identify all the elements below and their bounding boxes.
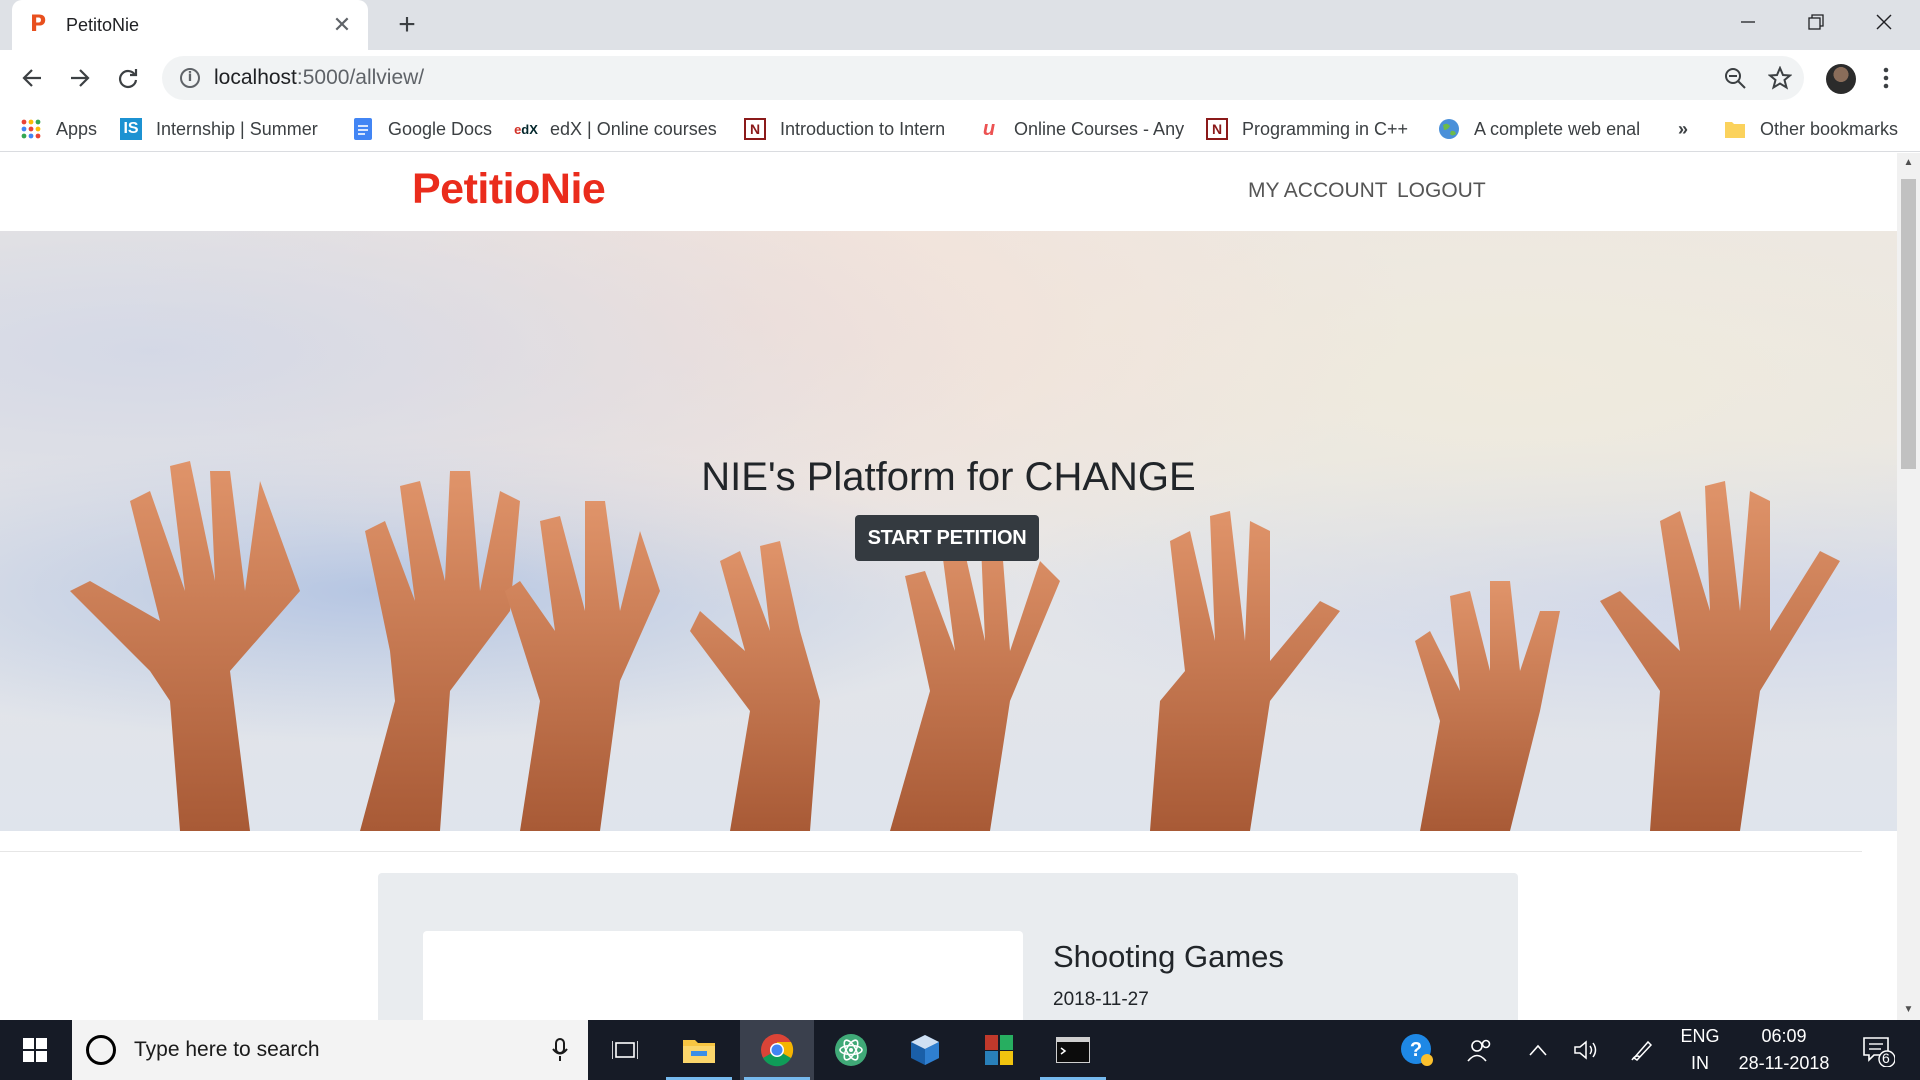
profile-avatar[interactable] — [1826, 64, 1856, 94]
taskbar-atom[interactable] — [814, 1020, 888, 1080]
url-text: localhost:5000/allview/ — [214, 66, 425, 89]
tab-title: PetitoNie — [66, 14, 140, 35]
volume-icon[interactable] — [1566, 1020, 1606, 1080]
taskbar-file-explorer[interactable] — [662, 1020, 736, 1080]
tab-close-icon[interactable]: ✕ — [330, 12, 354, 38]
scroll-up-icon[interactable]: ▲ — [1897, 153, 1920, 173]
browser-tab[interactable]: P PetitoNie ✕ — [12, 0, 368, 50]
address-bar[interactable]: i localhost:5000/allview/ — [162, 56, 1804, 100]
folder-icon — [1724, 118, 1746, 140]
nav-my-account[interactable]: MY ACCOUNT — [1248, 179, 1388, 203]
petition-title[interactable]: Shooting Games — [1053, 939, 1284, 975]
people-icon[interactable] — [1458, 1020, 1502, 1080]
task-view-icon — [612, 1041, 638, 1059]
tab-strip: P PetitoNie ✕ + — [0, 0, 1920, 50]
terminal-icon — [1056, 1037, 1090, 1063]
more-bookmarks-button[interactable]: » — [1678, 116, 1688, 142]
apps-grid-icon — [20, 118, 42, 140]
bookmark-nptel-intro[interactable]: N Introduction to Intern — [744, 116, 950, 142]
winrar-icon — [985, 1035, 1013, 1065]
system-clock[interactable]: 06:09 28-11-2018 — [1728, 1020, 1840, 1080]
chrome-icon — [761, 1034, 794, 1067]
zoom-icon[interactable] — [1724, 67, 1746, 94]
action-center-button[interactable]: 6 — [1848, 1020, 1908, 1080]
edx-icon: e dX — [514, 121, 538, 137]
help-tray-icon[interactable]: ? — [1394, 1020, 1440, 1080]
atom-icon — [835, 1034, 867, 1066]
bookmark-edx[interactable]: e dX edX | Online courses — [512, 116, 722, 142]
page-scrollbar[interactable]: ▲ ▼ — [1897, 153, 1920, 1020]
svg-text:?: ? — [1410, 1039, 1422, 1061]
taskbar-winrar[interactable] — [962, 1020, 1036, 1080]
windows-taskbar: Type here to search ? ENG IN 06:09 28-11… — [0, 1020, 1920, 1080]
section-divider — [0, 851, 1862, 852]
back-button[interactable] — [14, 60, 50, 96]
nptel-icon: N — [744, 118, 766, 140]
scroll-down-icon[interactable]: ▼ — [1897, 1000, 1920, 1020]
web-page: PetitioNie MY ACCOUNT LOGOUT NIE's Platf… — [0, 153, 1897, 1020]
bookmark-nptel-cpp[interactable]: N Programming in C++ — [1206, 116, 1414, 142]
new-tab-button[interactable]: + — [390, 8, 424, 42]
scroll-thumb[interactable] — [1901, 179, 1916, 469]
microphone-icon[interactable] — [552, 1038, 568, 1062]
site-info-icon[interactable]: i — [180, 68, 200, 88]
restore-button[interactable] — [1782, 0, 1850, 44]
hero-banner: NIE's Platform for CHANGE START PETITION — [0, 231, 1897, 831]
google-docs-icon — [352, 118, 374, 140]
taskbar-search[interactable]: Type here to search — [72, 1020, 588, 1080]
petitonie-favicon-icon: P — [30, 12, 47, 37]
bookmark-google-docs[interactable]: Google Docs — [352, 116, 492, 142]
forward-button[interactable] — [62, 60, 98, 96]
taskbar-virtualbox[interactable] — [888, 1020, 962, 1080]
reload-button[interactable] — [110, 60, 146, 96]
minimize-button[interactable] — [1714, 0, 1782, 44]
nav-logout[interactable]: LOGOUT — [1397, 179, 1486, 203]
file-explorer-icon — [683, 1040, 715, 1063]
taskbar-terminal[interactable] — [1036, 1020, 1110, 1080]
browser-toolbar: i localhost:5000/allview/ — [0, 50, 1920, 106]
start-button[interactable] — [0, 1020, 70, 1080]
start-petition-button[interactable]: START PETITION — [855, 515, 1039, 561]
hero-title: NIE's Platform for CHANGE — [701, 455, 1196, 499]
show-hidden-icons-icon[interactable] — [1518, 1020, 1558, 1080]
taskbar-chrome[interactable] — [740, 1020, 814, 1080]
petition-image — [423, 931, 1023, 1020]
chrome-menu-icon[interactable] — [1868, 60, 1904, 96]
search-placeholder: Type here to search — [134, 1038, 320, 1061]
notification-count: 6 — [1882, 1050, 1890, 1066]
internshala-icon: IS — [120, 118, 142, 140]
bookmark-apps[interactable]: Apps — [20, 116, 97, 142]
petition-card[interactable]: Shooting Games 2018-11-27 — [378, 873, 1518, 1020]
task-view-button[interactable] — [588, 1020, 662, 1080]
cortana-icon — [86, 1035, 116, 1065]
windows-logo-icon — [23, 1038, 47, 1062]
other-bookmarks-folder[interactable]: Other bookmarks — [1724, 116, 1898, 142]
nptel-icon: N — [1206, 118, 1228, 140]
bookmark-udemy[interactable]: u Online Courses - Any — [978, 116, 1184, 142]
bookmark-web-app[interactable]: A complete web enal — [1438, 116, 1642, 142]
globe-icon — [1438, 118, 1460, 140]
pen-workspace-icon[interactable] — [1620, 1020, 1664, 1080]
bookmark-star-icon[interactable] — [1767, 65, 1793, 95]
site-header: PetitioNie MY ACCOUNT LOGOUT — [0, 153, 1897, 231]
bookmarks-bar: Apps IS Internship | Summer Google Docs … — [0, 106, 1920, 152]
udemy-icon: u — [982, 117, 996, 140]
back-arrow-icon — [22, 69, 41, 87]
site-logo[interactable]: PetitioNie — [412, 165, 606, 214]
reload-icon — [118, 69, 138, 89]
virtualbox-icon — [911, 1035, 939, 1065]
petition-date: 2018-11-27 — [1053, 989, 1149, 1010]
bookmark-internshala[interactable]: IS Internship | Summer — [120, 116, 330, 142]
input-language-indicator[interactable]: ENG IN — [1670, 1020, 1730, 1080]
close-window-button[interactable] — [1850, 0, 1918, 44]
forward-arrow-icon — [71, 69, 90, 87]
